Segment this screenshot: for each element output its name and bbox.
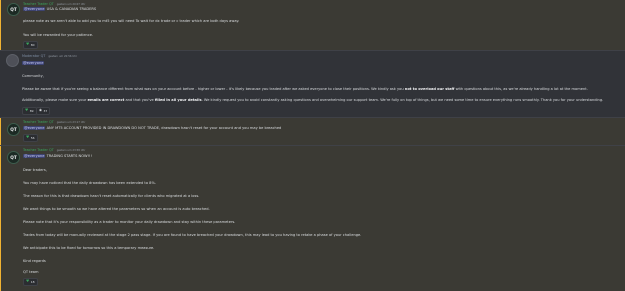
message-header: Teacher Trader QT gestern um 23:17 Uhr — [23, 120, 85, 125]
mention[interactable]: @everyone — [23, 126, 46, 130]
message-line: Please be aware that if you're seeing a … — [22, 87, 588, 91]
reaction-count: 18 — [30, 279, 35, 284]
reaction-button[interactable]: ♥ 56 — [23, 134, 38, 142]
message-line: We want things to be smooth so we have a… — [23, 207, 210, 211]
message-line: @everyone USA & CANADIAN TRADERS — [23, 7, 97, 11]
author-name[interactable]: Teacher Trader QT — [23, 2, 54, 6]
message-line: Kind regards — [23, 259, 46, 263]
mention[interactable]: @everyone — [23, 7, 46, 11]
heart-icon: ♥ — [25, 108, 29, 113]
author-name[interactable]: Teacher Trader QT — [23, 120, 54, 124]
mention[interactable]: @everyone — [23, 154, 46, 158]
message-line: You will be rewarded for your patience. — [23, 33, 94, 37]
message: Moderator QT gestern um 20:56 Uhr @everyo… — [0, 51, 625, 117]
message: QT Teacher Trader QT gestern um 23:58 Uhr… — [0, 146, 625, 291]
message-line: The reason for this is that drawdown has… — [23, 194, 200, 198]
reaction-button[interactable]: ◉ 37 — [36, 107, 51, 115]
message-line: Additionally, please make sure your emai… — [22, 98, 604, 102]
message-line: QT team — [23, 270, 39, 274]
heart-icon: ♥ — [26, 279, 30, 284]
timestamp: gestern um 20:07 Uhr — [56, 3, 86, 6]
avatar[interactable] — [6, 54, 19, 67]
message-line: Trades from today will be manually revie… — [23, 233, 362, 237]
eyes-icon: ◉ — [39, 108, 42, 113]
message-line: @everyone ANY MT5 ACCOUNT PROVIDED IN DR… — [23, 126, 282, 130]
avatar[interactable]: QT — [7, 123, 20, 136]
reaction-button[interactable]: ♥ 89 — [22, 107, 37, 115]
message-line: @everyone TRADING STARTS NOW!!! — [23, 154, 92, 158]
message-line: Please note that it's your responsibilit… — [23, 220, 236, 224]
message-line: please note as we aren't able to add you… — [23, 19, 240, 23]
heart-icon: ♥ — [26, 135, 30, 140]
reaction-count: 56 — [30, 135, 35, 140]
author-name[interactable]: Teacher Trader QT — [23, 148, 54, 152]
message-line: Dear traders, — [23, 168, 47, 172]
reaction-count: 80 — [30, 42, 35, 47]
timestamp: gestern um 23:58 Uhr — [56, 149, 86, 152]
reaction-count: 37 — [43, 108, 48, 113]
reaction-button[interactable]: ♥ 80 — [23, 41, 38, 49]
heart-icon: ♥ — [26, 42, 30, 47]
message-line: @everyone — [22, 61, 45, 66]
timestamp: gestern um 23:17 Uhr — [56, 121, 86, 124]
message: QT Teacher Trader QT gestern um 23:17 Uhr… — [0, 118, 625, 145]
author-name[interactable]: Moderator QT — [22, 54, 45, 58]
avatar[interactable]: QT — [7, 3, 20, 16]
message-header: Moderator QT gestern um 20:56 Uhr — [22, 54, 77, 59]
message-line: We anticipate this to be fixed for tomor… — [23, 246, 155, 250]
message-line: You may have noticed that the daily draw… — [23, 181, 157, 185]
mention[interactable]: @everyone — [22, 61, 45, 65]
message-line: Community, — [22, 74, 44, 78]
message: QT Teacher Trader QT gestern um 20:07 Uhr… — [0, 0, 625, 50]
message-header: Teacher Trader QT gestern um 23:58 Uhr — [23, 148, 85, 153]
reaction-button[interactable]: ♥ 18 — [23, 278, 38, 286]
timestamp: gestern um 20:56 Uhr — [48, 55, 77, 58]
avatar[interactable]: QT — [7, 151, 20, 164]
reaction-count: 89 — [29, 108, 34, 113]
